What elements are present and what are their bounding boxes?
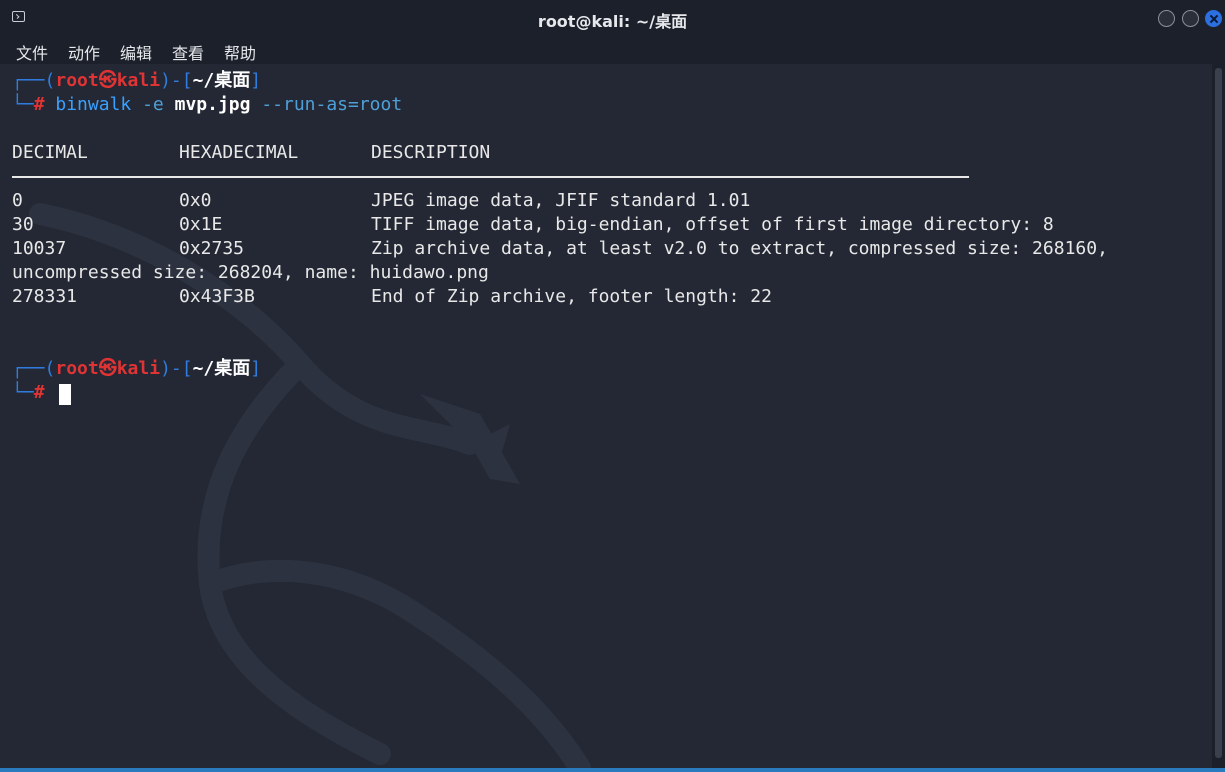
vertical-scrollbar[interactable]: [1212, 64, 1225, 768]
table-row: 30 0x1E TIFF image data, big-endian, off…: [0, 213, 1200, 237]
maximize-button[interactable]: [1182, 10, 1199, 27]
header-divider: [12, 176, 969, 178]
prompt-at-icon: ㉿: [98, 70, 117, 91]
prompt-line-top: ┌──(root㉿kali)-[~/桌面]: [12, 357, 261, 381]
text-cursor: [59, 384, 71, 405]
prompt-frame: └─: [12, 382, 34, 403]
kali-dragon-watermark-icon: [29, 203, 591, 768]
row-hex: 0x43F3B: [179, 286, 255, 307]
menu-edit[interactable]: 编辑: [120, 40, 152, 64]
row-hex: 0x2735: [179, 238, 245, 259]
window-title: root@kali: ~/桌面: [537, 12, 688, 31]
row-decimal: 278331: [12, 286, 78, 307]
table-row: 278331 0x43F3B End of Zip archive, foote…: [0, 285, 1200, 309]
row-decimal: 10037: [12, 238, 67, 259]
header-description: DESCRIPTION: [371, 142, 491, 163]
prompt-hash: #: [33, 94, 45, 115]
prompt-frame: ]: [250, 70, 262, 91]
table-row: 10037 0x2735 Zip archive data, at least …: [0, 237, 1200, 261]
header-decimal: DECIMAL: [12, 142, 88, 163]
row-description: Zip archive data, at least v2.0 to extra…: [371, 238, 1108, 259]
prompt-user: root: [55, 358, 99, 379]
table-header: DECIMAL HEXADECIMAL DESCRIPTION: [0, 141, 1200, 165]
prompt-path: ~/桌面: [192, 70, 251, 91]
prompt-frame: )-[: [160, 358, 193, 379]
row-decimal: 30: [12, 214, 34, 235]
prompt-line-command: └─#: [12, 381, 45, 405]
row-decimal: 0: [12, 190, 23, 211]
table-row: 0 0x0 JPEG image data, JFIF standard 1.0…: [0, 189, 1200, 213]
prompt-user: root: [55, 70, 99, 91]
row-description: uncompressed size: 268204, name: huidawo…: [12, 262, 489, 283]
menu-file[interactable]: 文件: [16, 40, 48, 64]
terminal-output[interactable]: ┌──(root㉿kali)-[~/桌面] └─# binwalk -e mvp…: [0, 64, 1212, 768]
menu-action[interactable]: 动作: [68, 40, 100, 64]
command-flag: -e: [142, 94, 164, 115]
prompt-frame: ┌──(: [12, 358, 56, 379]
menu-bar: 文件 动作 编辑 查看 帮助: [0, 36, 1225, 64]
title-bar[interactable]: root@kali: ~/桌面: [0, 0, 1225, 36]
row-hex: 0x1E: [179, 214, 223, 235]
prompt-at-icon: ㉿: [98, 358, 117, 379]
terminal-window: root@kali: ~/桌面 文件 动作 编辑 查看 帮助 ┌──(root㉿…: [0, 0, 1225, 772]
prompt-frame: )-[: [160, 70, 193, 91]
prompt-path: ~/桌面: [192, 358, 251, 379]
menu-view[interactable]: 查看: [172, 40, 204, 64]
prompt-line-top: ┌──(root㉿kali)-[~/桌面]: [12, 69, 261, 93]
scrollbar-thumb[interactable]: [1215, 68, 1222, 758]
command-name: binwalk: [55, 94, 132, 115]
header-hexadecimal: HEXADECIMAL: [179, 142, 299, 163]
row-description: TIFF image data, big-endian, offset of f…: [371, 214, 1054, 235]
prompt-line-command: └─# binwalk -e mvp.jpg --run-as=root: [12, 93, 402, 117]
row-hex: 0x0: [179, 190, 212, 211]
menu-help[interactable]: 帮助: [224, 40, 256, 64]
row-description: JPEG image data, JFIF standard 1.01: [371, 190, 751, 211]
row-description: End of Zip archive, footer length: 22: [371, 286, 772, 307]
table-row-continuation: uncompressed size: 268204, name: huidawo…: [0, 261, 1200, 285]
close-button[interactable]: [1205, 10, 1222, 27]
minimize-button[interactable]: [1158, 10, 1175, 27]
prompt-hash: #: [33, 382, 45, 403]
prompt-host: kali: [116, 70, 161, 91]
command-option: --run-as=root: [261, 94, 403, 115]
command-argument: mvp.jpg: [174, 94, 251, 115]
window-bottom-edge: [0, 768, 1225, 772]
prompt-frame: └─: [12, 94, 34, 115]
prompt-frame: ┌──(: [12, 70, 56, 91]
prompt-host: kali: [116, 358, 161, 379]
prompt-frame: ]: [250, 358, 262, 379]
